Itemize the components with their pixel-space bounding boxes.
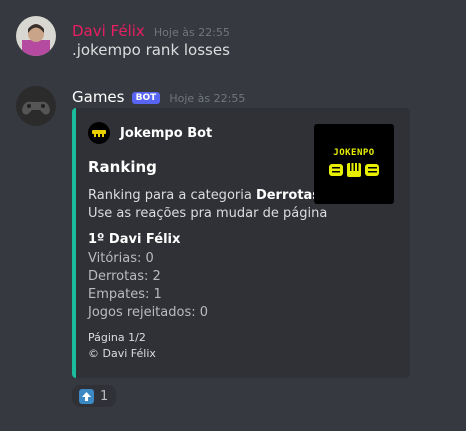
embed: Jokempo Bot Ranking Ranking para a categ… [72, 108, 410, 378]
bot-badge: BOT [131, 92, 161, 104]
stat-rejected: Jogos rejeitados: 0 [88, 305, 209, 320]
bot-username[interactable]: Games [72, 88, 124, 106]
embed-field-value: Vitórias: 0 Derrotas: 2 Empates: 1 Jogos… [88, 250, 208, 322]
thumbnail-logo-text: JOKENPO [333, 148, 375, 158]
embed-footer: Página 1/2 © Davi Félix [88, 330, 156, 362]
footer-copyright: © Davi Félix [88, 347, 156, 360]
message-content: .jokempo rank losses [72, 41, 230, 59]
bot-avatar[interactable] [16, 86, 56, 126]
embed-author: Jokempo Bot [88, 122, 212, 144]
desc-hint: Use as reações pra mudar de página [88, 206, 328, 221]
stat-wins: Vitórias: 0 [88, 251, 154, 266]
stat-losses: Derrotas: 2 [88, 269, 161, 284]
desc-category: Derrotas [255, 188, 321, 203]
embed-author-name: Jokempo Bot [120, 125, 213, 141]
user-avatar[interactable] [16, 16, 56, 56]
mustache-icon [88, 122, 110, 144]
embed-accent-bar [72, 108, 76, 378]
username[interactable]: Davi Félix [72, 22, 145, 40]
stat-draws: Empates: 1 [88, 287, 162, 302]
embed-field-name: 1º Davi Félix [88, 232, 181, 247]
footer-page: Página 1/2 [88, 331, 146, 344]
desc-prefix: Ranking para a categoria [88, 188, 256, 203]
up-arrow-icon [79, 388, 94, 404]
reaction-count: 1 [100, 388, 109, 404]
reaction-button[interactable]: 1 [72, 385, 116, 407]
timestamp: Hoje às 22:55 [153, 26, 230, 39]
embed-description: Ranking para a categoria Derrotas Use as… [88, 187, 327, 223]
timestamp: Hoje às 22:55 [169, 92, 246, 105]
embed-thumbnail[interactable]: JOKENPO [314, 124, 394, 204]
embed-title: Ranking [88, 158, 157, 176]
hand-signs-icon [329, 163, 379, 177]
